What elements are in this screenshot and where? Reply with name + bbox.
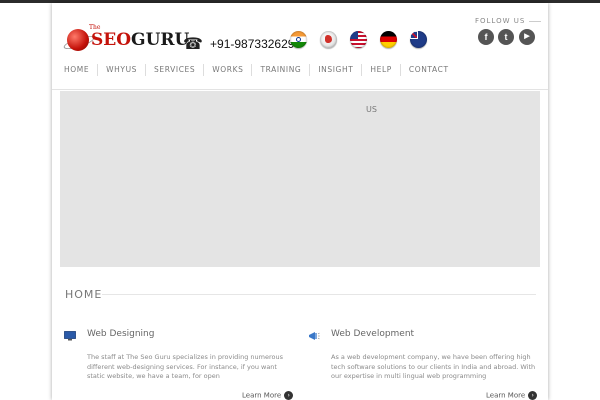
germany-flag-icon[interactable] <box>380 31 397 48</box>
world-flag-icon[interactable] <box>320 31 337 48</box>
arrow-right-icon: › <box>528 391 538 400</box>
twitter-icon[interactable]: t <box>498 29 514 45</box>
section-divider <box>102 294 536 295</box>
section-title: HOME <box>65 288 103 301</box>
nav-item-help[interactable]: HELP <box>361 64 399 76</box>
facebook-icon[interactable]: f <box>478 29 494 45</box>
phone-contact: ☎ +91-9873326290 <box>183 33 302 53</box>
nav-item-whyus[interactable]: WHYUS <box>97 64 145 76</box>
nav-divider <box>52 89 548 90</box>
monitor-icon <box>64 331 76 341</box>
usa-flag-icon[interactable] <box>350 31 367 48</box>
service-title[interactable]: Web Development <box>331 329 414 339</box>
nav-item-contact[interactable]: CONTACT <box>399 64 457 76</box>
banner-text: US <box>366 105 377 114</box>
nav-item-home[interactable]: HOME <box>57 64 97 76</box>
telephone-icon: ☎ <box>183 34 203 53</box>
nav-item-training[interactable]: TRAINING <box>251 64 309 76</box>
service-description: The staff at The Seo Guru specializes in… <box>87 353 284 381</box>
follow-us-label: FOLLOW US <box>475 17 542 25</box>
service-title[interactable]: Web Designing <box>87 329 154 339</box>
page-container: The SEOGURU ☎ +91-9873326290 FOLLOW US f… <box>52 3 548 400</box>
megaphone-icon <box>309 332 320 340</box>
nav-item-works[interactable]: WORKS <box>203 64 251 76</box>
australia-flag-icon[interactable] <box>410 31 427 48</box>
arrow-right-icon: › <box>284 391 294 400</box>
learn-more-link[interactable]: Learn More › <box>486 391 538 400</box>
logo-globe-icon <box>67 29 89 51</box>
india-flag-icon[interactable] <box>290 31 307 48</box>
nav-item-insight[interactable]: INSIGHT <box>309 64 361 76</box>
learn-more-link[interactable]: Learn More › <box>242 391 294 400</box>
phone-number: +91-9873326290 <box>210 36 302 51</box>
main-nav: HOME WHYUS SERVICES WORKS TRAINING INSIGHT HEL… <box>57 64 457 78</box>
site-logo[interactable]: The SEOGURU <box>62 24 189 55</box>
hero-banner: US <box>60 91 540 267</box>
service-description: As a web development company, we have be… <box>331 353 536 381</box>
youtube-icon[interactable]: ▶ <box>519 29 535 45</box>
nav-item-services[interactable]: SERVICES <box>145 64 203 76</box>
logo-text: SEOGURU <box>91 30 190 50</box>
